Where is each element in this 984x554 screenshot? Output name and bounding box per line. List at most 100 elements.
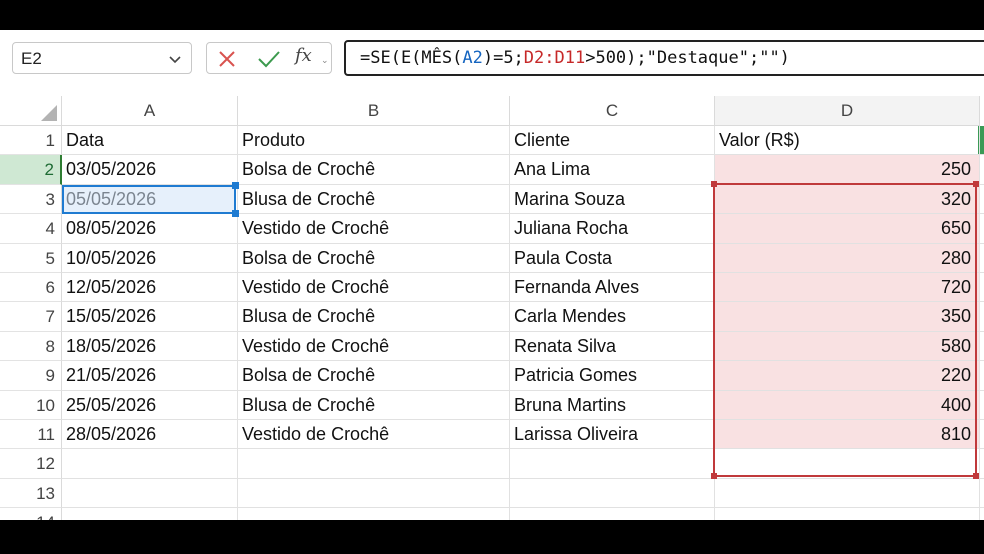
cell-e[interactable] [980,479,984,509]
cell-c[interactable]: Carla Mendes [510,302,715,332]
cell-d[interactable]: 320 [715,184,980,215]
fx-chevron-icon[interactable]: ⌄ [321,55,329,66]
cell-e[interactable] [980,332,984,362]
cell-a[interactable]: 03/05/2026 [62,155,238,185]
row-header[interactable]: 6 [0,273,62,303]
formula-input[interactable]: =SE(E(MÊS(A2)=5;D2:D11>500);"Destaque";"… [344,40,984,76]
cell-a[interactable]: 12/05/2026 [62,273,238,303]
cell-a[interactable]: 10/05/2026 [62,243,238,273]
cell-d[interactable] [715,478,980,509]
cell-c[interactable] [510,449,715,479]
column-header-c[interactable]: C [510,96,715,126]
cell-a[interactable] [62,478,238,509]
row-header[interactable]: 3 [0,184,62,215]
cell-a[interactable]: Data [62,126,238,156]
enter-check-icon[interactable] [257,49,281,69]
cell-c[interactable] [510,508,715,520]
cell-c[interactable]: Juliana Rocha [510,214,715,244]
table-row: 6 12/05/2026 Vestido de Crochê Fernanda Alv… [0,273,984,303]
cell-b[interactable] [238,508,510,520]
cell-e[interactable]: = [980,155,984,185]
cell-d[interactable]: 810 [715,420,980,450]
cell-c[interactable] [510,478,715,509]
cell-e[interactable] [980,273,984,303]
cell-b[interactable]: Blusa de Crochê [238,390,510,420]
cell-e[interactable] [980,391,984,420]
cell-b[interactable]: Bolsa de Crochê [238,361,510,391]
cell-a[interactable] [62,449,238,479]
cell-a[interactable]: 28/05/2026 [62,420,238,450]
cell-e[interactable] [980,214,984,244]
cell-a[interactable]: 15/05/2026 [62,302,238,332]
cell-d[interactable] [715,508,980,520]
cell-a[interactable] [62,508,238,520]
row-header[interactable]: 13 [0,478,62,509]
column-header-d[interactable]: D [715,96,980,126]
cell-d[interactable]: 220 [715,361,980,391]
row-header[interactable]: 11 [0,420,62,450]
row-header[interactable]: 2 [0,155,62,185]
cell-c[interactable]: Fernanda Alves [510,273,715,303]
cell-b[interactable]: Bolsa de Crochê [238,155,510,185]
cell-e[interactable] [980,126,984,156]
cell-d[interactable] [715,449,980,479]
row-header[interactable]: 9 [0,361,62,391]
cell-b[interactable]: Vestido de Crochê [238,214,510,244]
cell-b[interactable] [238,449,510,479]
cell-e[interactable] [980,361,984,391]
cell-b[interactable]: Produto [238,126,510,156]
chevron-down-icon[interactable] [167,51,183,67]
cell-e[interactable] [980,420,984,450]
cell-c[interactable]: Renata Silva [510,331,715,362]
row-header[interactable]: 12 [0,449,62,479]
cell-b[interactable]: Blusa de Crochê [238,302,510,332]
cell-b[interactable]: Vestido de Crochê [238,273,510,303]
cell-c[interactable]: Larissa Oliveira [510,420,715,450]
cell-d[interactable]: 580 [715,331,980,362]
cell-b[interactable]: Blusa de Crochê [238,184,510,215]
cell-a[interactable]: 05/05/2026 [62,184,238,215]
cell-c[interactable]: Ana Lima [510,155,715,185]
cell-a[interactable]: 08/05/2026 [62,214,238,244]
name-box[interactable]: E2 [12,42,192,74]
formula-bar: E2 fx ⌄ =SE(E(MÊS(A2)=5;D2:D11>500);"Des… [0,30,984,86]
row-header[interactable]: 8 [0,331,62,362]
cell-d[interactable]: Valor (R$) [715,126,980,156]
cell-e[interactable] [980,185,984,215]
row-header[interactable]: 1 [0,126,62,156]
cell-d[interactable]: 280 [715,243,980,273]
cell-d[interactable]: 720 [715,273,980,303]
column-header-a[interactable]: A [62,96,238,126]
cell-c[interactable]: Paula Costa [510,243,715,273]
cell-b[interactable]: Vestido de Crochê [238,331,510,362]
cell-a[interactable]: 25/05/2026 [62,390,238,420]
cell-c[interactable]: Bruna Martins [510,390,715,420]
cell-c[interactable]: Patricia Gomes [510,361,715,391]
select-all-triangle-icon[interactable] [41,105,57,121]
select-all-corner[interactable] [0,96,62,126]
cell-d[interactable]: 350 [715,302,980,332]
insert-function-icon[interactable]: fx [295,45,312,66]
cell-a[interactable]: 18/05/2026 [62,331,238,362]
cell-c[interactable]: Cliente [510,126,715,156]
row-header[interactable]: 4 [0,214,62,244]
cell-e[interactable] [980,508,984,520]
cell-e[interactable] [980,449,984,479]
cell-b[interactable]: Vestido de Crochê [238,420,510,450]
row-header[interactable]: 5 [0,243,62,273]
cell-c[interactable]: Marina Souza [510,184,715,215]
cell-a[interactable]: 21/05/2026 [62,361,238,391]
cell-d[interactable]: 650 [715,214,980,244]
row-header[interactable]: 7 [0,302,62,332]
cell-d[interactable]: 400 [715,390,980,420]
cancel-icon[interactable] [217,49,237,69]
cell-b[interactable]: Bolsa de Crochê [238,243,510,273]
cell-e[interactable] [980,302,984,332]
cell-d[interactable]: 250 [715,155,980,185]
cell-e[interactable] [980,244,984,273]
column-header-b[interactable]: B [238,96,510,126]
row-header[interactable]: 14 [0,508,62,520]
cell-b[interactable] [238,478,510,509]
table-row: 9 21/05/2026 Bolsa de Crochê Patricia Gomes… [0,361,984,391]
row-header[interactable]: 10 [0,390,62,420]
